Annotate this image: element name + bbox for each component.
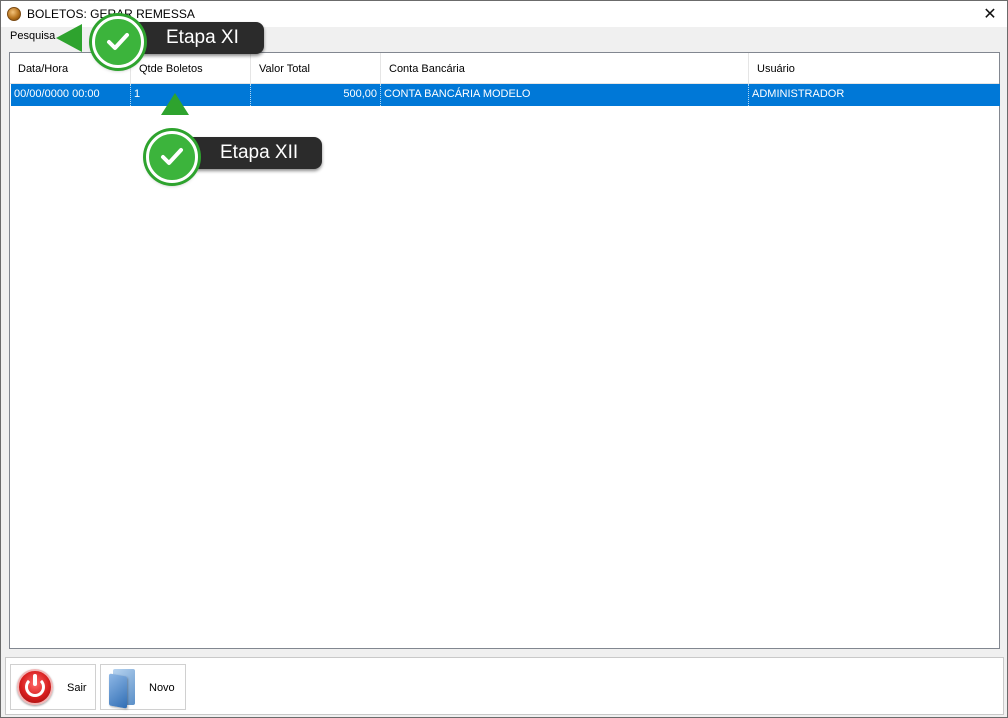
cell-usuario: ADMINISTRADOR [752, 88, 845, 100]
novo-label: Novo [149, 682, 175, 694]
callout-step11: Etapa XI [92, 16, 264, 68]
column-header-conta-bancaria[interactable]: Conta Bancária [381, 53, 749, 84]
app-window: BOLETOS: GERAR REMESSA ✕ Pesquisa Data/H… [0, 0, 1008, 718]
power-icon [17, 669, 53, 705]
novo-button[interactable]: Novo [100, 664, 186, 710]
cell-qtde-boletos: 1 [131, 84, 251, 106]
check-icon [146, 131, 198, 183]
callout-arrow-step11 [56, 24, 82, 52]
callout-arrow-step12 [161, 93, 189, 115]
folder-icon [109, 669, 137, 709]
app-icon [7, 7, 21, 21]
menu-item-pesquisa[interactable]: Pesquisa [5, 27, 60, 47]
table-row[interactable]: 00/00/0000 00:00 1 500,00 CONTA BANCÁRIA… [11, 84, 1000, 106]
cell-data-hora: 00/00/0000 00:00 [11, 84, 131, 106]
sair-label: Sair [67, 682, 87, 694]
column-header-usuario[interactable]: Usuário [749, 53, 999, 84]
check-icon [92, 16, 144, 68]
bottom-toolbar: Sair Novo [5, 657, 1004, 715]
cell-valor-total: 500,00 [251, 84, 381, 106]
close-button[interactable]: ✕ [973, 1, 1007, 27]
cell-conta-bancaria: CONTA BANCÁRIA MODELO [381, 84, 749, 106]
sair-button[interactable]: Sair [10, 664, 96, 710]
close-icon: ✕ [983, 6, 997, 23]
callout-step12: Etapa XII [146, 131, 322, 183]
column-header-valor-total[interactable]: Valor Total [251, 53, 381, 84]
callout-step12-label: Etapa XII [176, 137, 322, 169]
